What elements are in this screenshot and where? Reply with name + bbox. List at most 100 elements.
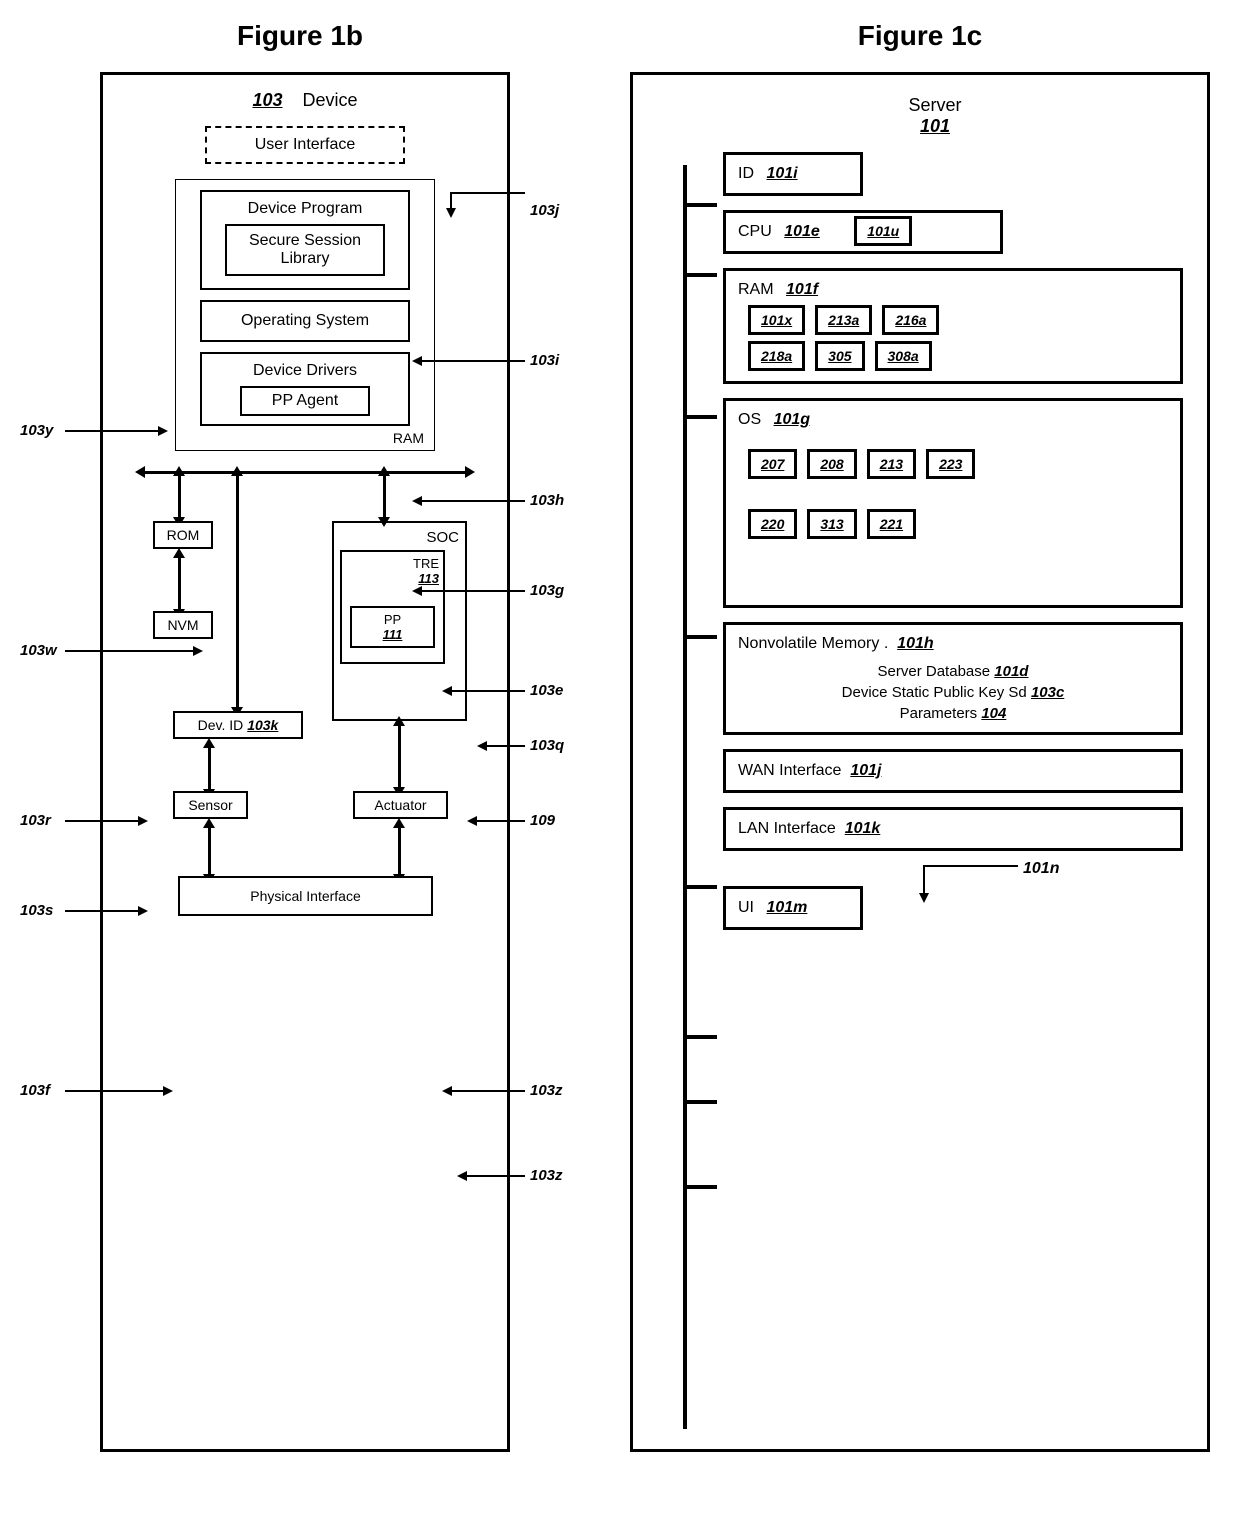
arrow-101n-h [923,865,1018,867]
ram-ref: 101f [786,281,818,298]
arrow-103j-h [450,192,525,194]
pp-ref: 111 [383,627,403,642]
ui-arrow-ref: 101n [1023,860,1059,878]
stub-ui [687,1185,717,1189]
user-interface-label: User Interface [255,136,355,153]
arrow-103z-1 [450,1090,525,1092]
device-id-ref: 103 [252,90,282,110]
ram-item-101x: 101x [748,305,805,335]
physical-interface-label: Physical Interface [250,888,361,904]
cpu-ref: 101e [784,223,820,240]
pp-agent-label: PP Agent [272,392,338,409]
bus-devid-connector [236,474,239,709]
nvmem-block: Nonvolatile Memory . 101h Server Databas… [723,622,1183,735]
device-program-label: Device Program [248,200,363,217]
device-header: 103 Device [118,90,492,111]
lan-block: LAN Interface 101k [723,807,1183,851]
dev-id-ref: 103k [247,717,278,733]
bus-horizontal [143,471,467,474]
arrow-103f [65,1090,165,1092]
actuator-box: Actuator [353,791,448,819]
nvm-label: NVM [167,617,198,633]
ram-block: RAM 101f 101x 213a 216a 218a 305 308a [723,268,1183,384]
operating-system-box: Operating System [200,300,410,342]
server-bus [683,165,687,1429]
ui-ref: 101m [766,899,807,916]
callout-109: 109 [530,812,555,829]
secure-session-library-label: Secure Session Library [249,232,361,267]
stub-id [687,203,717,207]
bus-sensor-connector [208,746,211,791]
arrow-103z-2 [465,1175,525,1177]
arrow-103e [450,690,525,692]
bus-actuator-connector [398,724,401,789]
physical-interface-box: Physical Interface [178,876,433,916]
callout-103r: 103r [20,812,51,829]
nv-line-1: Server Database 101d [738,663,1168,680]
stub-cpu [687,273,717,277]
ram-group: Device Program Secure Session Library Op… [175,179,435,451]
server-label: Server [908,95,961,115]
dev-id-label: Dev. ID [198,717,244,733]
stub-wan [687,1035,717,1039]
callout-103f: 103f [20,1082,50,1099]
callout-103y: 103y [20,422,53,439]
tre-box: TRE113 PP 111 [340,550,445,664]
callout-103j: 103j [530,202,559,219]
wan-block: WAN Interface 101j [723,749,1183,793]
arrow-103h [420,500,525,502]
device-label: Device [303,90,358,110]
system-bus-area: ROM NVM Dev. ID 103k Sensor SOC [118,461,492,941]
figure-1c-title: Figure 1c [630,20,1210,52]
os-label: OS [738,411,761,429]
pp-label: PP [384,612,401,627]
ram-item-216a: 216a [882,305,939,335]
callout-103e: 103e [530,682,563,699]
server-id-ref: 101 [920,116,950,136]
rom-label: ROM [167,527,200,543]
arrow-109 [475,820,525,822]
tre-label: TRE [413,556,439,571]
ram-item-218a: 218a [748,341,805,371]
callout-103s: 103s [20,902,53,919]
arrow-101n-v [923,865,925,895]
os-item-220: 220 [748,509,797,539]
arrow-103y [65,430,160,432]
arrow-103q [485,745,525,747]
lan-label: LAN Interface [738,820,836,837]
bus-soc-connector [383,474,386,519]
os-ref: 101g [774,411,810,428]
device-program-box: Device Program Secure Session Library [200,190,410,290]
arrow-103j-v [450,192,452,210]
wan-label: WAN Interface [738,762,841,779]
nvmem-label: Nonvolatile Memory . [738,635,888,652]
nv-line-3: Parameters 104 [738,705,1168,722]
secure-session-library-box: Secure Session Library [225,224,385,276]
stub-lan [687,1100,717,1104]
callout-103i: 103i [530,352,559,369]
ram-label: RAM [738,281,774,299]
callout-103g: 103g [530,582,564,599]
callout-103q: 103q [530,737,564,754]
figure-1b-title: Figure 1b [20,20,580,52]
sensor-box: Sensor [173,791,248,819]
bus-rom-connector [178,474,181,519]
callout-103z-2: 103z [530,1167,563,1184]
wan-ref: 101j [850,762,881,779]
nvm-box: NVM [153,611,213,639]
os-item-223: 223 [926,449,975,479]
server-header: Server 101 [693,95,1177,137]
os-item-313: 313 [807,509,856,539]
arrow-103g [420,590,525,592]
sensor-label: Sensor [188,797,232,813]
callout-103w: 103w [20,642,57,659]
id-ref: 101i [766,165,797,182]
device-drivers-box: Device Drivers PP Agent [200,352,410,426]
nvmem-ref: 101h [897,635,933,652]
pp-agent-box: PP Agent [240,386,370,416]
cpu-label: CPU [738,223,772,241]
tre-ref: 113 [418,571,439,586]
actuator-label: Actuator [374,797,426,813]
cpu-block: CPU 101e 101u [723,210,1003,254]
soc-label: SOC [340,529,459,546]
